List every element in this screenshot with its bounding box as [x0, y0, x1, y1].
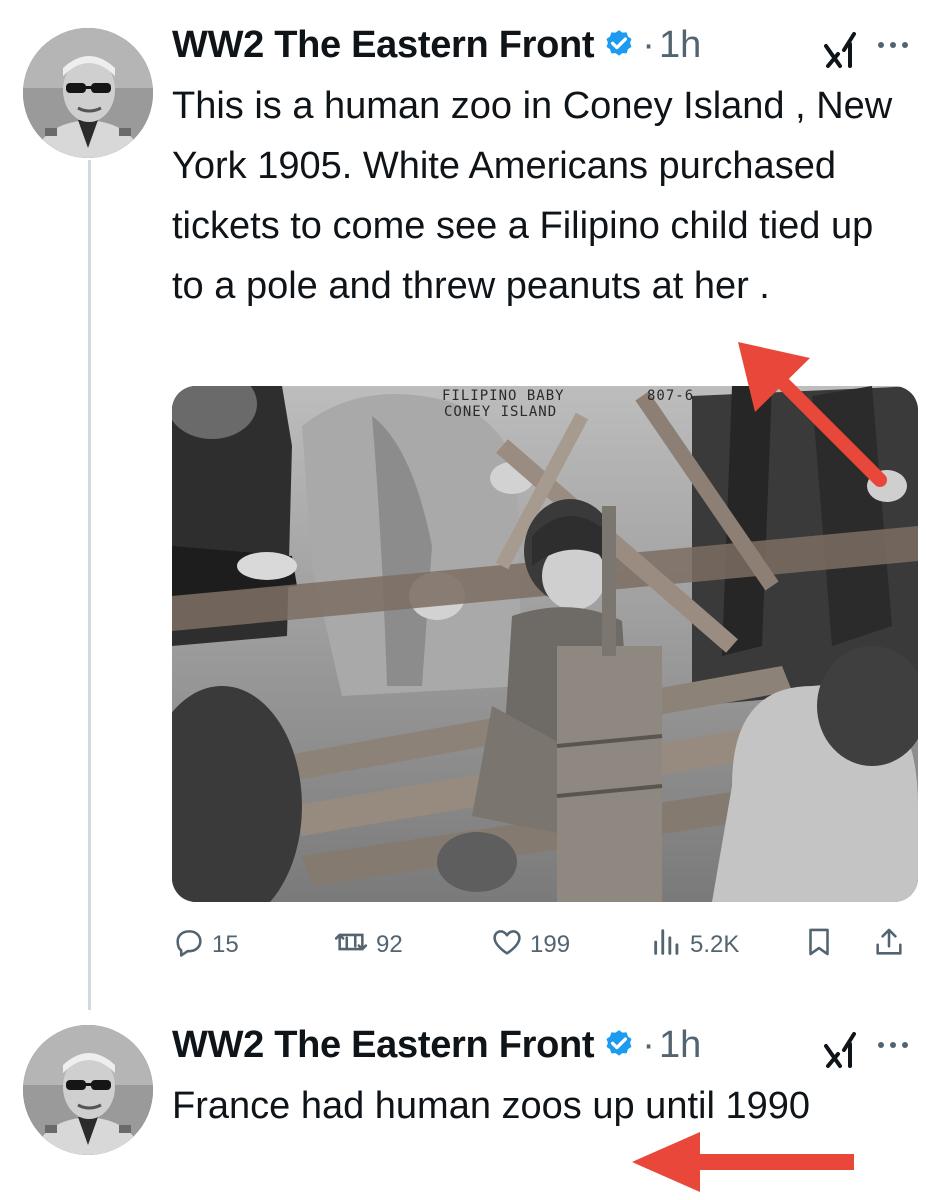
tweet-header: WW2 The Eastern Front · 1h — [172, 20, 701, 70]
photo-caption-line1: FILIPINO BABY — [442, 388, 565, 404]
verified-badge-icon — [602, 28, 636, 62]
share-icon — [872, 925, 906, 966]
grok-icon[interactable] — [820, 30, 860, 70]
author-avatar[interactable] — [23, 28, 153, 158]
bookmark-button[interactable] — [802, 920, 836, 970]
share-button[interactable] — [872, 920, 906, 970]
verified-badge-icon — [602, 1028, 636, 1062]
grok-icon[interactable] — [820, 1030, 860, 1070]
annotation-arrow-up — [738, 342, 887, 487]
like-count: 199 — [530, 931, 571, 958]
reply-icon — [172, 925, 206, 966]
tweet-timestamp[interactable]: 1h — [659, 1024, 701, 1067]
more-icon[interactable] — [876, 1038, 910, 1052]
like-button[interactable]: 199 — [490, 920, 570, 970]
thread-connector-line — [88, 160, 91, 1010]
like-icon — [490, 925, 524, 966]
views-button[interactable]: 5.2K — [650, 920, 739, 970]
bookmark-icon — [802, 925, 836, 966]
more-icon[interactable] — [876, 38, 910, 52]
separator-dot: · — [642, 23, 655, 66]
reply-count: 15 — [212, 931, 239, 958]
annotation-arrow-left — [632, 1132, 854, 1192]
tweet-timestamp[interactable]: 1h — [659, 24, 701, 67]
repost-button[interactable]: 92 — [332, 920, 403, 970]
tweet-header: WW2 The Eastern Front · 1h — [172, 1020, 701, 1070]
photo-caption-code: 807-6 — [647, 388, 695, 404]
reply-button[interactable]: 15 — [172, 920, 239, 970]
photo-caption-line2: CONEY ISLAND — [444, 404, 558, 420]
author-name[interactable]: WW2 The Eastern Front — [172, 1024, 595, 1067]
separator-dot: · — [642, 1023, 655, 1066]
views-icon — [650, 925, 684, 966]
author-name[interactable]: WW2 The Eastern Front — [172, 24, 595, 67]
repost-count: 92 — [376, 931, 403, 958]
views-count: 5.2K — [690, 931, 740, 958]
author-avatar[interactable] — [23, 1025, 153, 1155]
tweet-actions: 15 92 199 5.2K — [172, 920, 918, 970]
repost-icon — [332, 925, 370, 966]
tweet-text: This is a human zoo in Coney Island , Ne… — [172, 85, 893, 307]
